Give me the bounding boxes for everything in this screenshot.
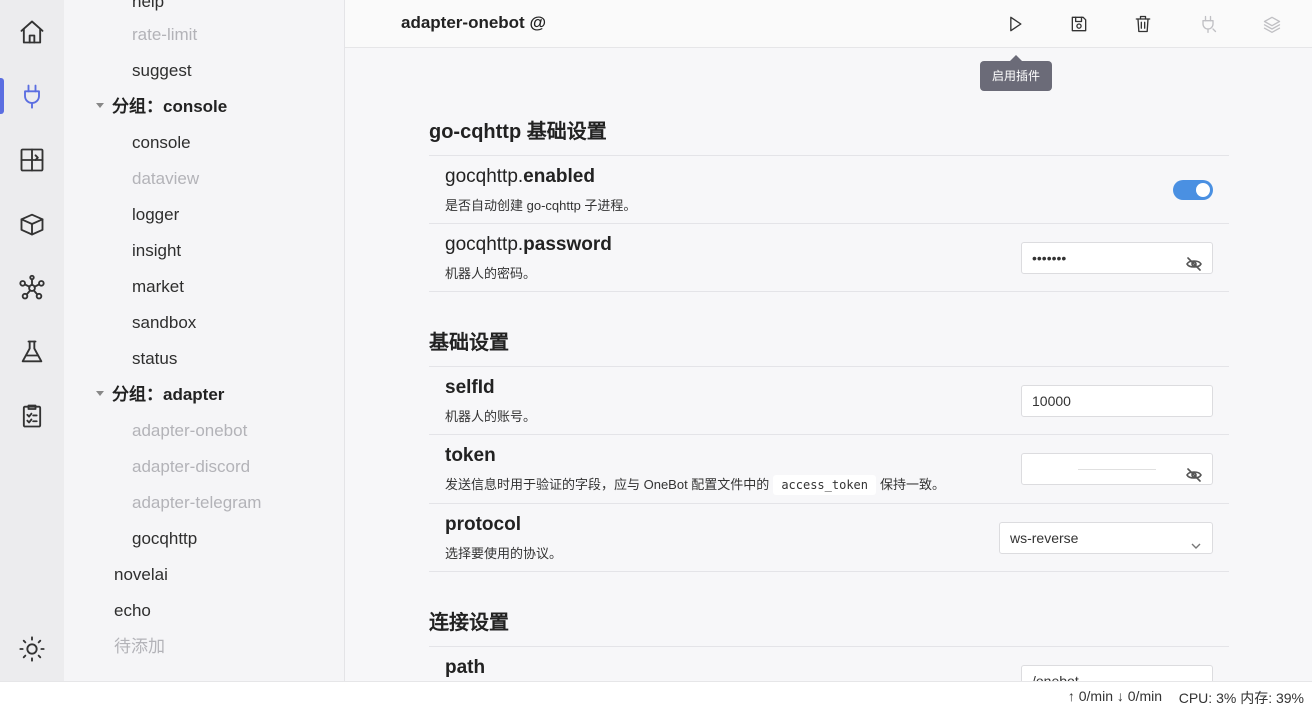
page-title: adapter-onebot @ [401,13,547,32]
toggle-knob [1196,183,1210,197]
tree-item-novelai[interactable]: novelai [114,557,168,593]
enabled-toggle[interactable] [1173,180,1213,200]
sandbox-icon[interactable] [0,330,64,374]
setting-row-selfid: selfId 机器人的账号。 10000 [429,366,1229,434]
tree-item-suggest[interactable]: suggest [132,53,192,89]
setting-desc: 选择要使用的协议。 [445,546,563,561]
setting-label: gocqhttp.enabled [445,166,595,188]
setting-row-protocol: protocol 选择要使用的协议。 ws-reverse [429,503,1229,572]
setting-desc: 发送信息时用于验证的字段，应与 OneBot 配置文件中的 access_toke… [445,474,946,495]
tooltip: 启用插件 [980,55,1053,91]
setting-label: token [445,445,496,466]
tree-item-adapter-telegram[interactable]: adapter-telegram [132,485,261,521]
tree-item-adapter-onebot[interactable]: adapter-onebot [132,413,247,449]
setting-desc: 是否自动创建 go-cqhttp 子进程。 [445,198,637,213]
cpu-memory-usage: CPU: 3% 内存: 39% [1178,690,1304,706]
setting-label: path [445,657,486,678]
caret-down-icon [96,391,104,397]
status-bar: ↑ 0/min ↓ 0/min CPU: 3% 内存: 39% [0,681,1312,709]
eye-off-icon[interactable] [1186,251,1202,271]
setting-row-enabled: gocqhttp.enabled 是否自动创建 go-cqhttp 子进程。 [429,155,1229,223]
home-icon[interactable] [0,10,64,54]
password-value: ••••••• [1032,250,1067,266]
setting-row-password: gocqhttp.password 机器人的密码。 ••••••• [429,223,1229,292]
market-icon[interactable] [0,202,64,246]
trash-icon[interactable] [1129,10,1157,38]
layers-icon[interactable] [1258,10,1286,38]
section-title-connection: 连接设置 [429,612,509,634]
section-title-basic: 基础设置 [429,332,509,354]
tree-item-console[interactable]: console [132,125,191,161]
inline-code: access_token [773,475,877,495]
dependencies-icon[interactable] [0,138,64,182]
app-window: help rate-limit suggest 分组：console conso… [0,0,1312,709]
label-prefix: gocqhttp. [445,234,524,255]
tree-item-adapter-discord[interactable]: adapter-discord [132,449,250,485]
selfid-input[interactable]: 10000 [1021,385,1213,417]
group-label: 分组：adapter [112,385,225,404]
tree-group-adapter[interactable]: 分组：adapter [96,377,224,413]
password-field[interactable]: ••••••• [1021,242,1213,274]
network-icon[interactable] [0,266,64,310]
section-title-gocq: go-cqhttp 基础设置 [429,121,607,143]
plug-icon[interactable] [1194,10,1222,38]
activity-bar [0,0,64,681]
setting-desc: 机器人的账号。 [445,409,537,424]
setting-label: gocqhttp.password [445,234,612,256]
plugin-config-panel: adapter-onebot @ 启用插件 go-cqhttp 基础设置 goc… [345,0,1312,681]
tree-group-console[interactable]: 分组：console [96,89,227,125]
tree-item-rate-limit[interactable]: rate-limit [132,17,197,53]
setting-label: protocol [445,514,521,535]
token-field[interactable] [1021,453,1213,485]
tree-item-pending[interactable]: 待添加 [114,629,165,665]
tree-item-status[interactable]: status [132,341,177,377]
caret-down-icon [96,103,104,109]
input-underline [1078,469,1156,470]
group-label: 分组：console [112,97,228,116]
label-key: password [523,234,612,255]
eye-off-icon[interactable] [1186,462,1202,482]
path-input[interactable]: /onebot [1021,665,1213,681]
tree-item-market[interactable]: market [132,269,184,305]
network-rate: ↑ 0/min ↓ 0/min [1067,688,1162,704]
tree-item-logger[interactable]: logger [132,197,179,233]
setting-row-path: path /onebot [429,646,1229,681]
label-prefix: gocqhttp. [445,166,524,187]
tree-item-echo[interactable]: echo [114,593,151,629]
sun-icon[interactable] [0,627,64,671]
plugin-tree: help rate-limit suggest 分组：console conso… [64,0,345,681]
plugin-icon[interactable] [0,74,64,118]
logs-icon[interactable] [0,394,64,438]
tree-item-dataview[interactable]: dataview [132,161,199,197]
desc-text: 保持一致。 [880,477,946,492]
tree-item-sandbox[interactable]: sandbox [132,305,196,341]
chevron-down-icon [1190,532,1202,549]
panel-header: adapter-onebot @ [345,0,1312,48]
tree-item-insight[interactable]: insight [132,233,181,269]
label-key: enabled [523,166,595,187]
protocol-value: ws-reverse [1010,530,1079,546]
save-icon[interactable] [1065,10,1093,38]
tree-item-gocqhttp[interactable]: gocqhttp [132,521,197,557]
play-icon[interactable] [1001,10,1029,38]
protocol-select[interactable]: ws-reverse [999,522,1213,554]
setting-desc: 机器人的密码。 [445,266,537,281]
setting-row-token: token 发送信息时用于验证的字段，应与 OneBot 配置文件中的 acces… [429,434,1229,503]
desc-text: 发送信息时用于验证的字段，应与 OneBot 配置文件中的 [445,477,770,492]
setting-label: selfId [445,377,495,398]
